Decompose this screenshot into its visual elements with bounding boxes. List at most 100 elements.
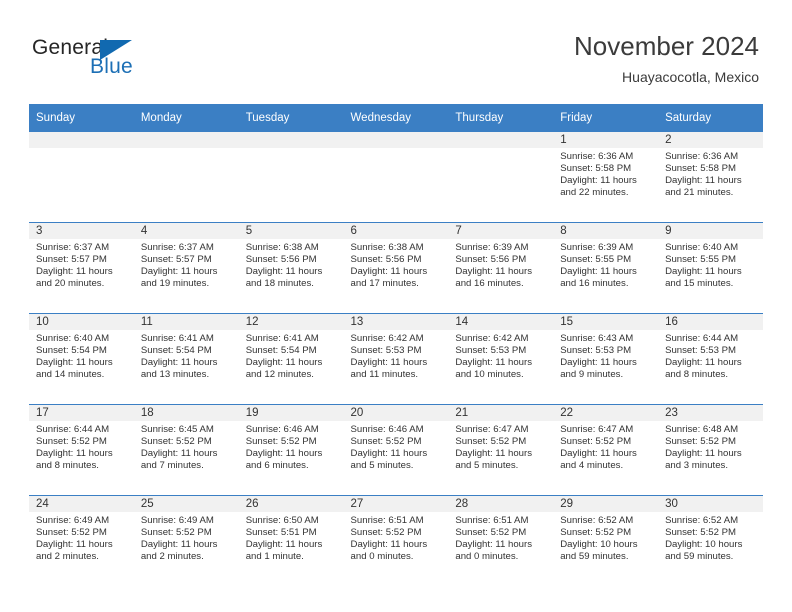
day-number: 19	[238, 405, 344, 421]
day-cell-inner: 23 Sunrise: 6:48 AM Sunset: 5:52 PM Dayligh…	[658, 405, 763, 495]
day-number: 5	[238, 223, 344, 239]
sunset-text: Sunset: 5:52 PM	[350, 436, 422, 448]
weekday-header-friday: Friday	[553, 104, 659, 132]
calendar-day-cell[interactable]: 8 Sunrise: 6:39 AM Sunset: 5:55 PM Daylight…	[553, 222, 659, 314]
sunset-text: Sunset: 5:52 PM	[560, 527, 632, 539]
day-number: 2	[658, 132, 763, 148]
sunset-text: Sunset: 5:52 PM	[36, 527, 107, 539]
calendar-day-cell[interactable]: 17 Sunrise: 6:44 AM Sunset: 5:52 PM Dayligh…	[29, 404, 134, 496]
daylight-text: Daylight: 11 hours and 18 minutes.	[245, 266, 323, 290]
calendar-body: 1 Sunrise: 6:36 AM Sunset: 5:58 PM Daylight…	[29, 132, 763, 586]
calendar-day-cell[interactable]: 4 Sunrise: 6:37 AM Sunset: 5:57 PM Daylight…	[133, 222, 239, 314]
calendar-day-cell[interactable]: 25 Sunrise: 6:49 AM Sunset: 5:52 PM Dayligh…	[133, 495, 239, 586]
sunset-text: Sunset: 5:52 PM	[455, 527, 527, 539]
day-number: 3	[29, 223, 134, 239]
day-number: 7	[448, 223, 554, 239]
calendar-day-cell[interactable]: 22 Sunrise: 6:47 AM Sunset: 5:52 PM Dayligh…	[553, 404, 659, 496]
general-blue-logo[interactable]: General Blue	[32, 36, 232, 84]
calendar-day-cell[interactable]: 9 Sunrise: 6:40 AM Sunset: 5:55 PM Daylight…	[658, 222, 763, 314]
day-cell-inner: 7 Sunrise: 6:39 AM Sunset: 5:56 PM Daylight…	[448, 223, 554, 313]
sunrise-text: Sunrise: 6:37 AM	[140, 242, 214, 253]
sunset-text: Sunset: 5:58 PM	[560, 163, 632, 175]
daylight-text: Daylight: 11 hours and 3 minutes.	[665, 448, 742, 472]
sunset-text: Sunset: 5:53 PM	[350, 345, 422, 357]
calendar-day-cell[interactable]: 1 Sunrise: 6:36 AM Sunset: 5:58 PM Daylight…	[553, 132, 659, 223]
daylight-text: Daylight: 11 hours and 10 minutes.	[455, 357, 532, 381]
calendar-day-cell[interactable]: 29 Sunrise: 6:52 AM Sunset: 5:52 PM Dayligh…	[553, 495, 659, 586]
sunrise-text: Sunrise: 6:39 AM	[455, 242, 529, 253]
sunset-text: Sunset: 5:54 PM	[140, 345, 212, 357]
calendar-day-cell[interactable]: 13 Sunrise: 6:42 AM Sunset: 5:53 PM Dayligh…	[343, 313, 449, 405]
calendar-day-cell[interactable]: 5 Sunrise: 6:38 AM Sunset: 5:56 PM Daylight…	[238, 222, 344, 314]
calendar-empty-cell	[133, 132, 239, 223]
day-details: Sunrise: 6:36 AM Sunset: 5:58 PM Daylight:…	[658, 148, 763, 199]
calendar-day-cell[interactable]: 15 Sunrise: 6:43 AM Sunset: 5:53 PM Dayligh…	[553, 313, 659, 405]
day-details: Sunrise: 6:49 AM Sunset: 5:52 PM Daylight:…	[29, 512, 134, 563]
calendar-day-cell[interactable]: 20 Sunrise: 6:46 AM Sunset: 5:52 PM Dayligh…	[343, 404, 449, 496]
day-cell-inner: 10 Sunrise: 6:40 AM Sunset: 5:54 PM Dayligh…	[29, 314, 134, 404]
sunrise-text: Sunrise: 6:52 AM	[665, 515, 739, 526]
calendar-day-cell[interactable]: 18 Sunrise: 6:45 AM Sunset: 5:52 PM Dayligh…	[133, 404, 239, 496]
sunrise-text: Sunrise: 6:43 AM	[560, 333, 634, 344]
sunset-text: Sunset: 5:57 PM	[140, 254, 212, 266]
calendar-day-cell[interactable]: 26 Sunrise: 6:50 AM Sunset: 5:51 PM Dayligh…	[238, 495, 344, 586]
day-number: 21	[448, 405, 554, 421]
sunrise-text: Sunrise: 6:46 AM	[350, 424, 424, 435]
day-cell-inner: 17 Sunrise: 6:44 AM Sunset: 5:52 PM Dayligh…	[29, 405, 134, 495]
calendar-day-cell[interactable]: 7 Sunrise: 6:39 AM Sunset: 5:56 PM Daylight…	[448, 222, 554, 314]
calendar-day-cell[interactable]: 28 Sunrise: 6:51 AM Sunset: 5:52 PM Dayligh…	[448, 495, 554, 586]
weekday-header-monday: Monday	[133, 104, 239, 132]
calendar-week-row: 17 Sunrise: 6:44 AM Sunset: 5:52 PM Dayligh…	[29, 404, 763, 496]
calendar-week-row: 1 Sunrise: 6:36 AM Sunset: 5:58 PM Daylight…	[29, 132, 763, 223]
calendar-day-cell[interactable]: 6 Sunrise: 6:38 AM Sunset: 5:56 PM Daylight…	[343, 222, 449, 314]
day-details: Sunrise: 6:52 AM Sunset: 5:52 PM Daylight:…	[658, 512, 763, 563]
calendar-day-cell[interactable]: 30 Sunrise: 6:52 AM Sunset: 5:52 PM Dayligh…	[658, 495, 763, 586]
sunrise-text: Sunrise: 6:37 AM	[36, 242, 110, 253]
day-number	[448, 132, 554, 148]
daylight-text: Daylight: 10 hours and 59 minutes.	[665, 539, 743, 563]
sunrise-text: Sunrise: 6:38 AM	[245, 242, 319, 253]
day-cell-inner: 5 Sunrise: 6:38 AM Sunset: 5:56 PM Daylight…	[238, 223, 344, 313]
day-details: Sunrise: 6:50 AM Sunset: 5:51 PM Daylight:…	[239, 512, 344, 563]
day-cell-inner: 14 Sunrise: 6:42 AM Sunset: 5:53 PM Dayligh…	[448, 314, 554, 404]
page-subtitle-location: Huayacocotla, Mexico	[622, 69, 759, 85]
calendar-day-cell[interactable]: 11 Sunrise: 6:41 AM Sunset: 5:54 PM Dayligh…	[133, 313, 239, 405]
day-number	[238, 132, 344, 148]
sunrise-text: Sunrise: 6:49 AM	[36, 515, 110, 526]
calendar-day-cell[interactable]: 19 Sunrise: 6:46 AM Sunset: 5:52 PM Dayligh…	[238, 404, 344, 496]
sunset-text: Sunset: 5:56 PM	[350, 254, 422, 266]
calendar-day-cell[interactable]: 10 Sunrise: 6:40 AM Sunset: 5:54 PM Dayligh…	[29, 313, 134, 405]
day-details: Sunrise: 6:47 AM Sunset: 5:52 PM Daylight:…	[553, 421, 658, 472]
day-cell-inner: 20 Sunrise: 6:46 AM Sunset: 5:52 PM Dayligh…	[343, 405, 449, 495]
calendar-day-cell[interactable]: 23 Sunrise: 6:48 AM Sunset: 5:52 PM Dayligh…	[658, 404, 763, 496]
calendar-day-cell[interactable]: 12 Sunrise: 6:41 AM Sunset: 5:54 PM Dayligh…	[238, 313, 344, 405]
sunrise-text: Sunrise: 6:42 AM	[455, 333, 529, 344]
sunset-text: Sunset: 5:52 PM	[245, 436, 317, 448]
sunrise-text: Sunrise: 6:45 AM	[140, 424, 214, 435]
calendar-day-cell[interactable]: 14 Sunrise: 6:42 AM Sunset: 5:53 PM Dayligh…	[448, 313, 554, 405]
sunset-text: Sunset: 5:52 PM	[140, 436, 212, 448]
day-cell-inner: 30 Sunrise: 6:52 AM Sunset: 5:52 PM Dayligh…	[658, 496, 763, 586]
calendar-empty-cell	[448, 132, 554, 223]
sunrise-text: Sunrise: 6:44 AM	[36, 424, 110, 435]
calendar-day-cell[interactable]: 27 Sunrise: 6:51 AM Sunset: 5:52 PM Dayligh…	[343, 495, 449, 586]
title-block: November 2024 Huayacocotla, Mexico	[574, 30, 759, 86]
daylight-text: Daylight: 11 hours and 12 minutes.	[245, 357, 323, 381]
daylight-text: Daylight: 11 hours and 2 minutes.	[140, 539, 218, 563]
calendar-day-cell[interactable]: 24 Sunrise: 6:49 AM Sunset: 5:52 PM Dayligh…	[29, 495, 134, 586]
day-cell-inner: 1 Sunrise: 6:36 AM Sunset: 5:58 PM Daylight…	[553, 132, 659, 222]
day-details: Sunrise: 6:47 AM Sunset: 5:52 PM Daylight:…	[448, 421, 553, 472]
day-cell-inner: 27 Sunrise: 6:51 AM Sunset: 5:52 PM Dayligh…	[343, 496, 449, 586]
sunset-text: Sunset: 5:54 PM	[245, 345, 317, 357]
sunset-text: Sunset: 5:53 PM	[665, 345, 736, 357]
daylight-text: Daylight: 11 hours and 8 minutes.	[665, 357, 742, 381]
daylight-text: Daylight: 11 hours and 17 minutes.	[350, 266, 428, 290]
calendar-day-cell[interactable]: 16 Sunrise: 6:44 AM Sunset: 5:53 PM Dayligh…	[658, 313, 763, 405]
calendar-day-cell[interactable]: 3 Sunrise: 6:37 AM Sunset: 5:57 PM Daylight…	[29, 222, 134, 314]
sunrise-text: Sunrise: 6:47 AM	[560, 424, 634, 435]
calendar-day-cell[interactable]: 21 Sunrise: 6:47 AM Sunset: 5:52 PM Dayligh…	[448, 404, 554, 496]
day-details: Sunrise: 6:36 AM Sunset: 5:58 PM Daylight:…	[553, 148, 658, 199]
calendar-day-cell[interactable]: 2 Sunrise: 6:36 AM Sunset: 5:58 PM Daylight…	[658, 132, 763, 223]
sunset-text: Sunset: 5:56 PM	[455, 254, 527, 266]
day-details: Sunrise: 6:39 AM Sunset: 5:55 PM Daylight:…	[553, 239, 658, 290]
